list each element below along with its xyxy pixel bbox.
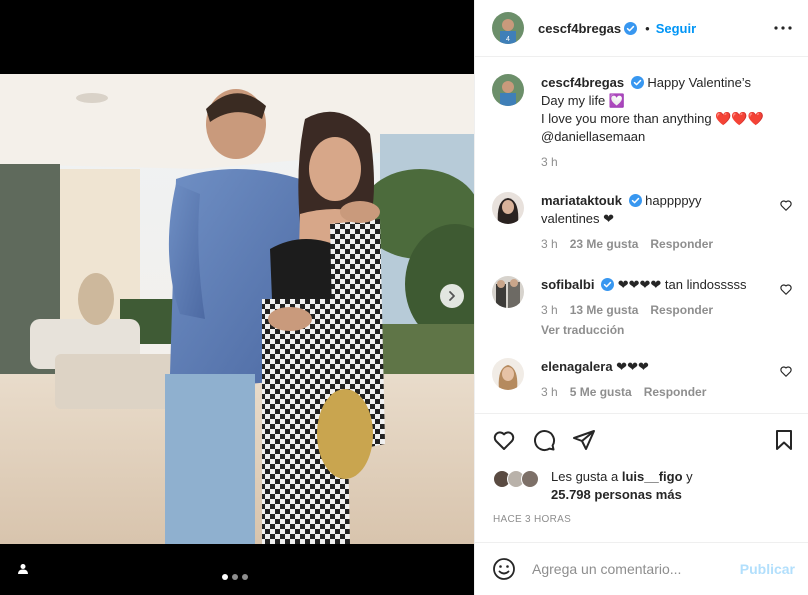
reply-button[interactable]: Responder: [650, 301, 713, 319]
comment-icon[interactable]: [532, 428, 556, 452]
commenter-username[interactable]: sofibalbi: [541, 277, 594, 292]
post-header: 4 cescf4bregas • Seguir: [475, 0, 808, 57]
post-timestamp[interactable]: HACE 3 HORAS: [493, 514, 571, 525]
chevron-right-icon: [449, 291, 455, 301]
comment-likes[interactable]: 13 Me gusta: [570, 301, 639, 319]
heart-icon[interactable]: [492, 428, 516, 452]
comment-likes[interactable]: 5 Me gusta: [570, 383, 632, 401]
comment-text: happppyy: [645, 193, 702, 208]
post-photo[interactable]: [0, 74, 474, 544]
comment-body: mariataktouk happppyy valentines ❤ 3 h 2…: [541, 192, 792, 253]
add-comment-bar: Publicar: [475, 542, 808, 595]
caption-meta: 3 h: [541, 153, 792, 171]
comment-time[interactable]: 3 h: [541, 235, 558, 253]
comment-time[interactable]: 3 h: [541, 383, 558, 401]
verified-badge-icon: [628, 194, 642, 207]
comment-meta: 3 h 23 Me gusta Responder: [541, 235, 792, 253]
author-avatar[interactable]: 4: [492, 12, 524, 44]
caption-body: cescf4bregas Happy Valentine’s Day my li…: [541, 74, 792, 171]
next-photo-button[interactable]: [440, 284, 464, 308]
liker-avatar: [521, 470, 539, 488]
comment-item: mariataktouk happppyy valentines ❤ 3 h 2…: [492, 192, 792, 253]
comment-input[interactable]: [532, 561, 740, 577]
comment-text-line-2: valentines ❤: [541, 211, 615, 226]
reply-button[interactable]: Responder: [650, 235, 713, 253]
commenter-avatar[interactable]: [492, 276, 524, 308]
verified-badge-icon: [630, 76, 644, 89]
more-options-icon: [774, 26, 792, 30]
instagram-post-modal: 4 cescf4bregas • Seguir cescf4bregas Hap…: [0, 0, 808, 595]
likes-connector: y: [686, 469, 693, 484]
likes-avatars[interactable]: [493, 470, 539, 488]
commenter-username[interactable]: elenagalera: [541, 359, 613, 374]
post-side-panel: 4 cescf4bregas • Seguir cescf4bregas Hap…: [474, 0, 808, 595]
caption-line-2: Day my life 💟: [541, 93, 626, 108]
comment-likes[interactable]: 23 Me gusta: [570, 235, 639, 253]
comment-text: ❤❤❤❤ tan lindosssss: [617, 277, 747, 292]
caption-avatar[interactable]: [492, 74, 524, 106]
carousel-indicator: [222, 574, 248, 580]
verified-badge-icon: [601, 278, 615, 291]
verified-badge-icon: [624, 21, 638, 35]
tagged-users-button[interactable]: [12, 558, 34, 580]
caption-username[interactable]: cescf4bregas: [541, 75, 624, 90]
likes-summary: Les gusta a luis__figo y 25.798 personas…: [493, 468, 693, 504]
caption-mention[interactable]: @daniellasemaan: [541, 128, 792, 146]
comment-body: elenagalera ❤❤❤ 3 h 5 Me gusta Responder: [541, 358, 792, 401]
caption-time[interactable]: 3 h: [541, 153, 558, 171]
see-translation-button[interactable]: Ver traducción: [541, 321, 792, 339]
caption-line-3: I love you more than anything ❤️❤️❤️: [541, 111, 764, 126]
like-comment-heart-icon[interactable]: [779, 282, 793, 296]
reply-button[interactable]: Responder: [644, 383, 707, 401]
commenter-avatar[interactable]: [492, 192, 524, 224]
carousel-dot-active: [222, 574, 228, 580]
carousel-dot: [232, 574, 238, 580]
share-icon[interactable]: [572, 428, 596, 452]
comment-body: sofibalbi ❤❤❤❤ tan lindosssss 3 h 13 Me …: [541, 276, 792, 339]
comment-meta: 3 h 5 Me gusta Responder: [541, 383, 792, 401]
comment-meta: 3 h 13 Me gusta Responder: [541, 301, 792, 319]
header-separator: •: [645, 20, 650, 36]
carousel-dot: [242, 574, 248, 580]
commenter-avatar[interactable]: [492, 358, 524, 390]
more-options-button[interactable]: [773, 18, 793, 38]
like-comment-heart-icon[interactable]: [779, 364, 793, 378]
comment-text: ❤❤❤: [616, 359, 649, 374]
liker-username[interactable]: luis__figo: [622, 469, 683, 484]
comment-item: elenagalera ❤❤❤ 3 h 5 Me gusta Responder: [492, 358, 792, 401]
commenter-username[interactable]: mariataktouk: [541, 193, 622, 208]
like-comment-heart-icon[interactable]: [779, 198, 793, 212]
svg-text:4: 4: [506, 36, 510, 43]
caption-text-part-1: Happy Valentine’s: [647, 75, 751, 90]
user-tag-icon: [18, 564, 28, 574]
actions-divider: [475, 413, 808, 414]
comment-item: sofibalbi ❤❤❤❤ tan lindosssss 3 h 13 Me …: [492, 276, 792, 339]
likes-text: Les gusta a luis__figo y 25.798 personas…: [551, 468, 693, 504]
comment-time[interactable]: 3 h: [541, 301, 558, 319]
follow-button[interactable]: Seguir: [656, 21, 696, 36]
likes-prefix: Les gusta a: [551, 469, 619, 484]
post-media: [0, 0, 474, 595]
save-icon[interactable]: [772, 428, 796, 452]
caption-line-1: cescf4bregas Happy Valentine’s: [541, 74, 792, 92]
author-username[interactable]: cescf4bregas: [538, 21, 621, 36]
publish-button[interactable]: Publicar: [740, 561, 795, 577]
likes-count[interactable]: 25.798 personas más: [551, 487, 682, 502]
post-caption: cescf4bregas Happy Valentine’s Day my li…: [492, 74, 792, 171]
emoji-icon[interactable]: [492, 557, 516, 581]
